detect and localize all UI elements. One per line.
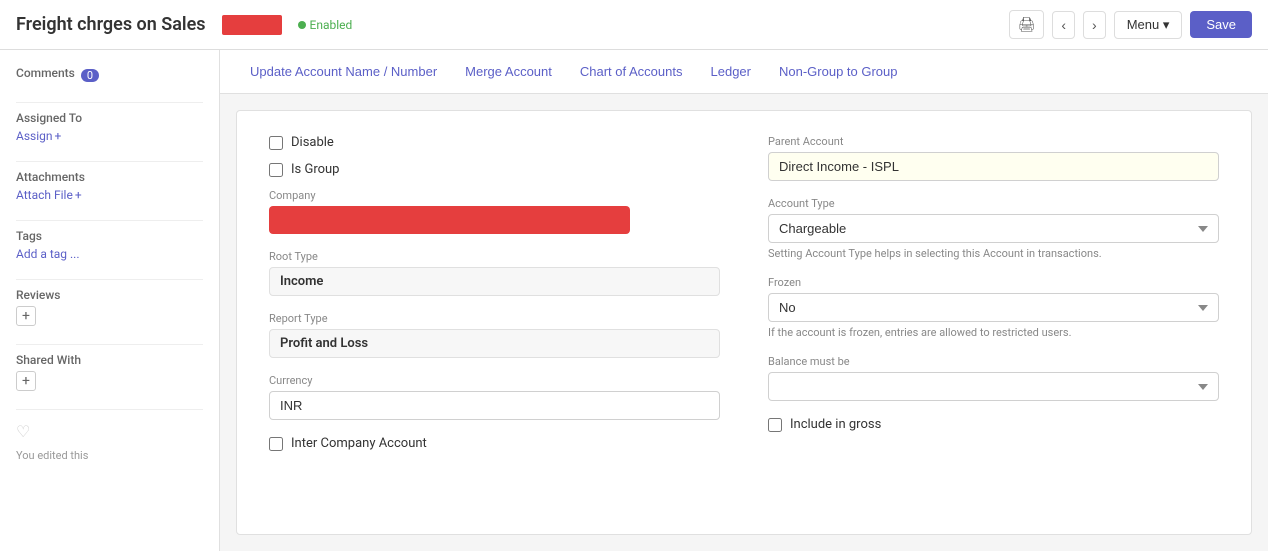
currency-input[interactable]: [269, 391, 720, 420]
balance-must-be-group: Balance must be: [768, 355, 1219, 401]
merge-account-button[interactable]: Merge Account: [451, 54, 566, 89]
comments-label: Comments: [16, 66, 75, 80]
page-title: Freight chrges on Sales: [16, 14, 206, 35]
top-bar-right: 🖨 ‹ › Menu ▾ Save: [1009, 10, 1252, 39]
right-column: Parent Account Account Type Chargeable S…: [768, 135, 1219, 463]
disable-checkbox[interactable]: [269, 136, 283, 150]
parent-account-group: Parent Account: [768, 135, 1219, 181]
assigned-to-label: Assigned To: [16, 111, 203, 125]
redacted-avatar: [222, 15, 282, 35]
footer-text: You edited this: [16, 449, 88, 462]
form-area: Disable Is Group Company Root Type Incom…: [236, 110, 1252, 535]
include-gross-row: Include in gross: [768, 417, 1219, 432]
sidebar-reviews-section: Reviews +: [16, 288, 203, 326]
attach-plus-icon: +: [75, 188, 82, 202]
root-type-group: Root Type Income: [269, 250, 720, 296]
root-type-value: Income: [269, 267, 720, 296]
frozen-help: If the account is frozen, entries are al…: [768, 326, 1219, 339]
company-label: Company: [269, 189, 720, 202]
root-type-label: Root Type: [269, 250, 720, 263]
status-badge: Enabled: [298, 18, 353, 32]
print-button[interactable]: 🖨: [1009, 10, 1045, 39]
disable-label: Disable: [291, 135, 334, 150]
inter-company-checkbox[interactable]: [269, 437, 283, 451]
company-group: Company: [269, 189, 720, 234]
sidebar-shared-section: Shared With +: [16, 353, 203, 391]
parent-account-input[interactable]: [768, 152, 1219, 181]
sidebar-tags-section: Tags Add a tag ...: [16, 229, 203, 261]
sidebar-attachments-section: Attachments Attach File +: [16, 170, 203, 202]
ledger-button[interactable]: Ledger: [697, 54, 765, 89]
reviews-add: +: [16, 306, 203, 326]
plus-icon: +: [55, 129, 62, 143]
attach-file-label: Attach File: [16, 188, 73, 202]
currency-group: Currency: [269, 374, 720, 420]
currency-label: Currency: [269, 374, 720, 387]
status-label: Enabled: [310, 18, 353, 32]
reviews-add-button[interactable]: +: [16, 306, 36, 326]
tags-label: Tags: [16, 229, 203, 243]
chart-of-accounts-button[interactable]: Chart of Accounts: [566, 54, 697, 89]
content-area: Update Account Name / Number Merge Accou…: [220, 50, 1268, 551]
main-layout: Comments 0 Assigned To Assign + Attachme…: [0, 50, 1268, 551]
update-account-name-button[interactable]: Update Account Name / Number: [236, 54, 451, 89]
top-bar-left: Freight chrges on Sales Enabled: [16, 14, 352, 35]
assign-action[interactable]: Assign +: [16, 129, 203, 143]
attach-file-action[interactable]: Attach File +: [16, 188, 203, 202]
menu-button[interactable]: Menu ▾: [1114, 11, 1183, 39]
report-type-group: Report Type Profit and Loss: [269, 312, 720, 358]
sidebar-assigned-section: Assigned To Assign +: [16, 111, 203, 143]
report-type-value: Profit and Loss: [269, 329, 720, 358]
attachments-label: Attachments: [16, 170, 203, 184]
comments-badge: 0: [81, 69, 99, 82]
include-gross-checkbox[interactable]: [768, 418, 782, 432]
balance-must-be-label: Balance must be: [768, 355, 1219, 368]
sidebar-comments-section: Comments 0: [16, 66, 203, 84]
frozen-group: Frozen No If the account is frozen, entr…: [768, 276, 1219, 339]
is-group-label: Is Group: [291, 162, 339, 177]
add-tag-label: Add a tag ...: [16, 247, 80, 261]
sidebar: Comments 0 Assigned To Assign + Attachme…: [0, 50, 220, 551]
prev-button[interactable]: ‹: [1052, 11, 1075, 39]
account-type-label: Account Type: [768, 197, 1219, 210]
heart-section: ♡: [16, 422, 203, 441]
company-redacted: [269, 206, 630, 234]
add-tag-action[interactable]: Add a tag ...: [16, 247, 203, 261]
top-bar: Freight chrges on Sales Enabled 🖨 ‹ › Me…: [0, 0, 1268, 50]
account-type-group: Account Type Chargeable Setting Account …: [768, 197, 1219, 260]
account-type-help: Setting Account Type helps in selecting …: [768, 247, 1219, 260]
inter-company-label: Inter Company Account: [291, 436, 427, 451]
parent-account-label: Parent Account: [768, 135, 1219, 148]
frozen-label: Frozen: [768, 276, 1219, 289]
next-button[interactable]: ›: [1083, 11, 1106, 39]
action-bar: Update Account Name / Number Merge Accou…: [220, 50, 1268, 94]
include-gross-label: Include in gross: [790, 417, 881, 432]
shared-add-button[interactable]: +: [16, 371, 36, 391]
disable-row: Disable: [269, 135, 720, 150]
status-dot: [298, 21, 306, 29]
shared-with-add: +: [16, 371, 203, 391]
is-group-checkbox[interactable]: [269, 163, 283, 177]
balance-must-be-select[interactable]: [768, 372, 1219, 401]
account-type-select[interactable]: Chargeable: [768, 214, 1219, 243]
left-column: Disable Is Group Company Root Type Incom…: [269, 135, 720, 463]
is-group-row: Is Group: [269, 162, 720, 177]
assign-label: Assign: [16, 129, 53, 143]
report-type-label: Report Type: [269, 312, 720, 325]
frozen-select[interactable]: No: [768, 293, 1219, 322]
save-button[interactable]: Save: [1190, 11, 1252, 38]
sidebar-footer: You edited this: [16, 449, 203, 462]
non-group-to-group-button[interactable]: Non-Group to Group: [765, 54, 912, 89]
shared-with-label: Shared With: [16, 353, 203, 367]
heart-icon[interactable]: ♡: [16, 422, 30, 441]
inter-company-row: Inter Company Account: [269, 436, 720, 451]
reviews-label: Reviews: [16, 288, 203, 302]
form-grid: Disable Is Group Company Root Type Incom…: [269, 135, 1219, 463]
